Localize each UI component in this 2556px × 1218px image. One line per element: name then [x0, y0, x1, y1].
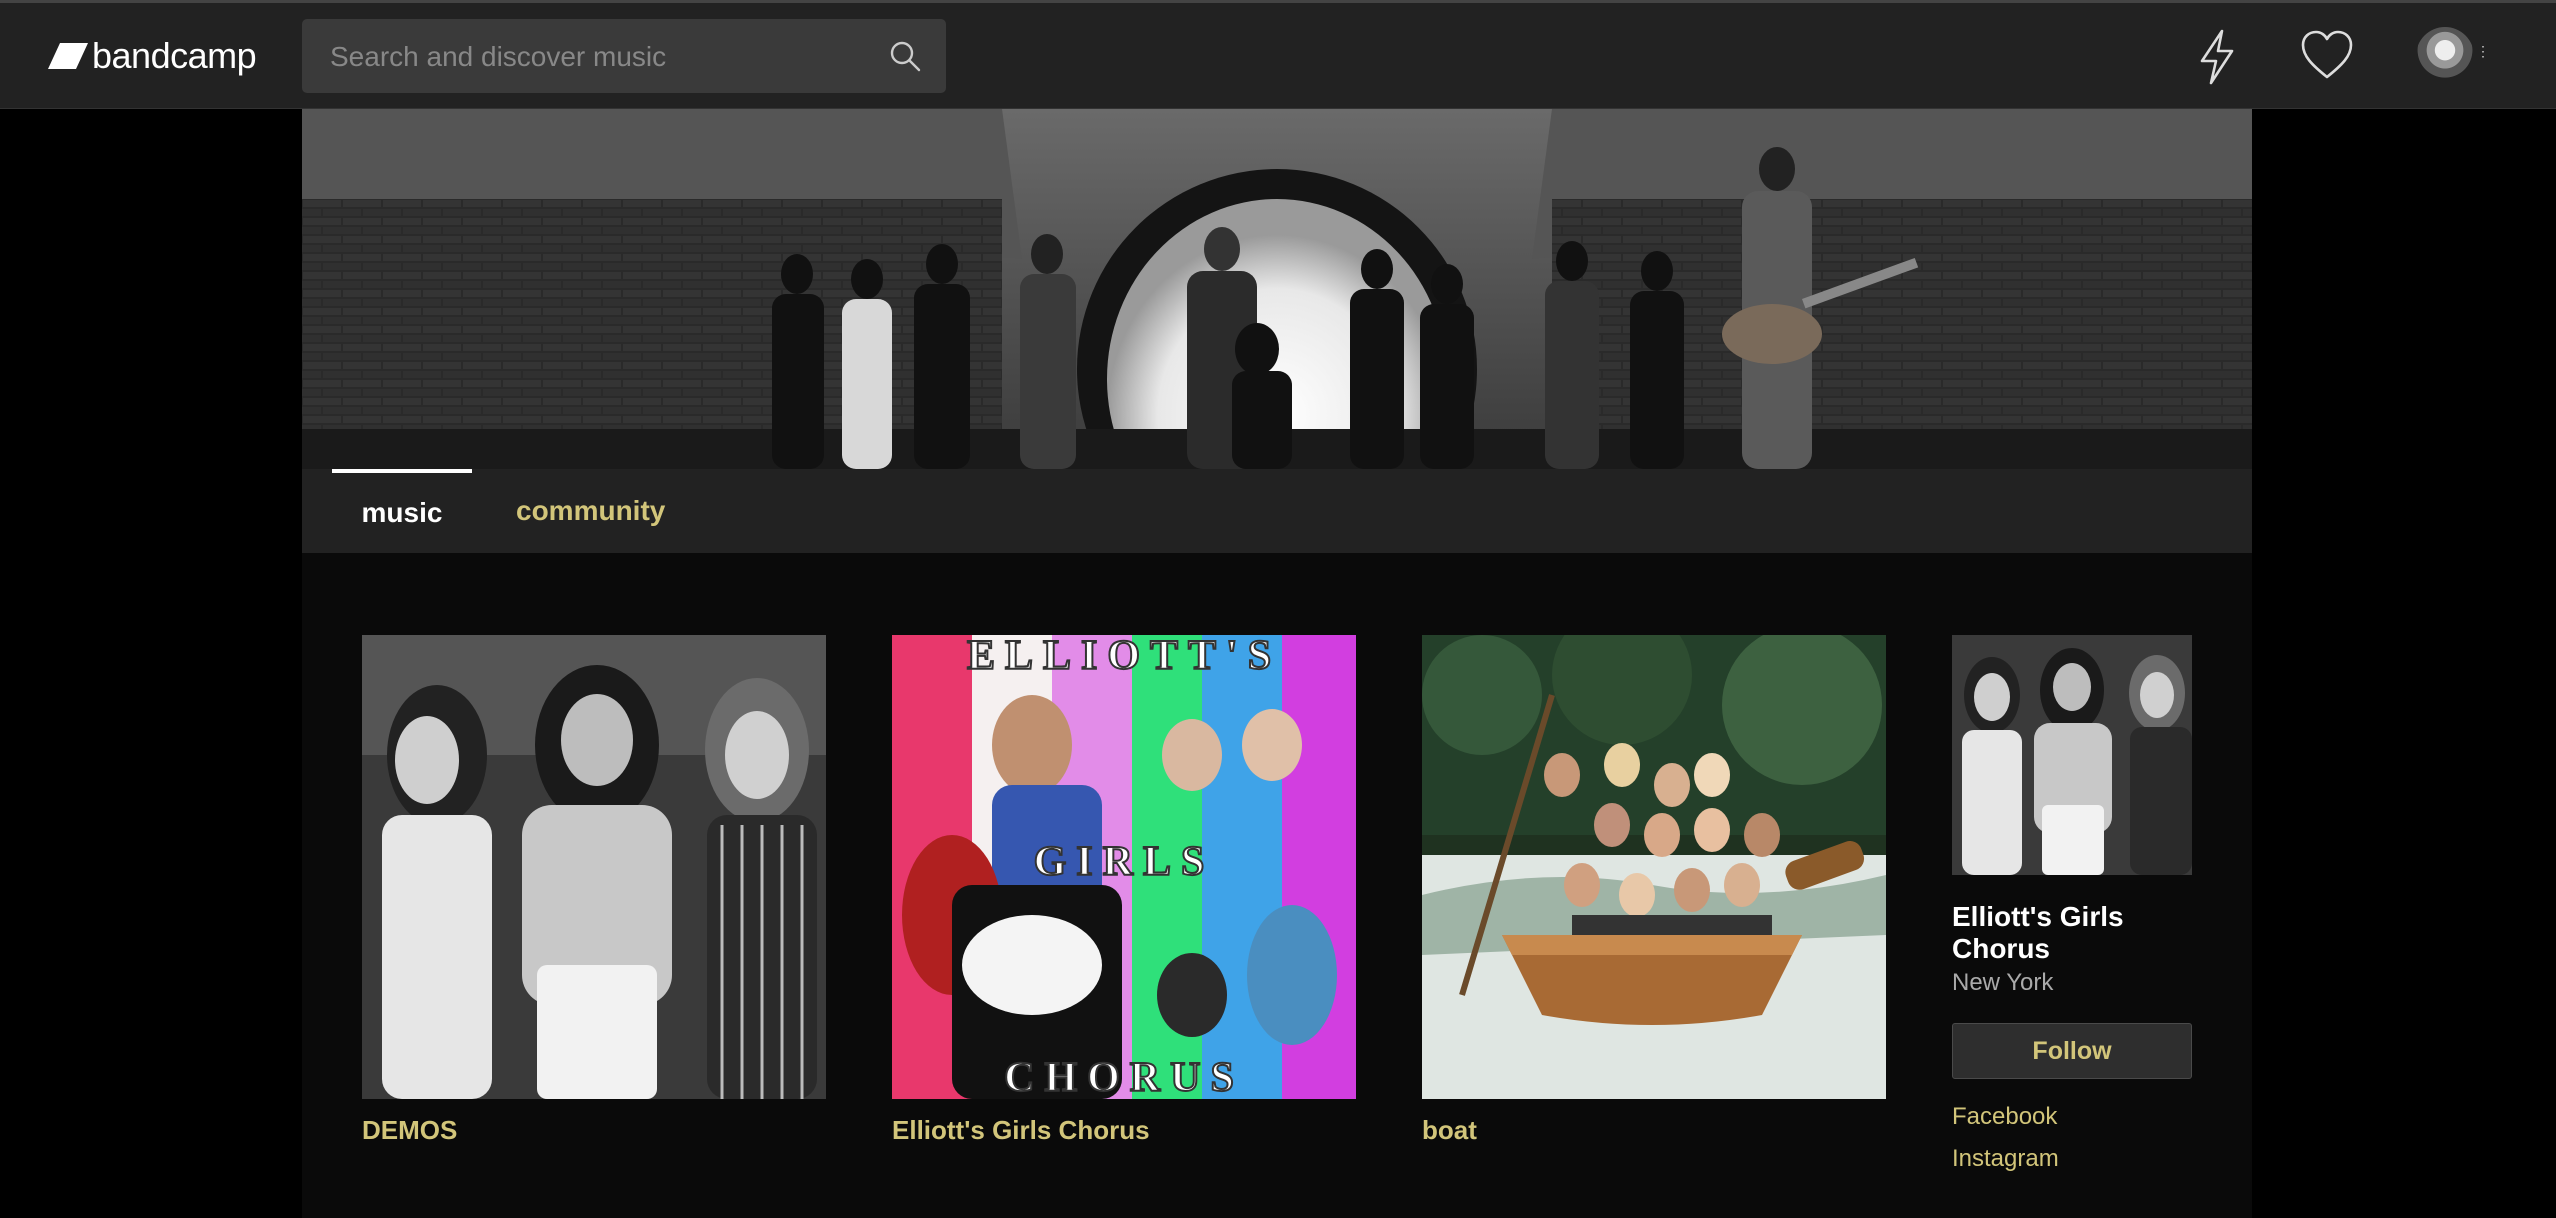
tab-community[interactable]: community: [516, 469, 665, 553]
bandcamp-logo-icon: [48, 43, 88, 69]
album-cover-demos[interactable]: [362, 635, 826, 1099]
search-input[interactable]: [302, 19, 892, 95]
instagram-link[interactable]: Instagram: [1952, 1145, 2192, 1173]
album-card[interactable]: boat: [1422, 635, 1886, 1146]
album-card[interactable]: ELLIOTT'S GIRLS CHORUS Elliott's Girls C…: [892, 635, 1356, 1146]
artist-banner-image: [302, 109, 2252, 469]
user-avatar[interactable]: [2416, 27, 2474, 85]
album-title[interactable]: Elliott's Girls Chorus: [892, 1115, 1356, 1146]
search-bar[interactable]: [302, 19, 946, 95]
tab-music[interactable]: music: [332, 469, 472, 553]
artist-photo: [1952, 635, 2192, 875]
artist-tabs: music community: [302, 469, 2252, 553]
tab-music-label: music: [361, 497, 443, 528]
cover-text-mid: GIRLS: [1034, 839, 1215, 885]
artist-page: music community DEMOS ELLIOTT'S GIRLS CH…: [302, 109, 2252, 1218]
album-title[interactable]: boat: [1422, 1115, 1886, 1146]
album-cover-boat[interactable]: [1422, 635, 1886, 1099]
heart-icon[interactable]: [2300, 29, 2354, 81]
bandcamp-logo[interactable]: bandcamp: [48, 33, 257, 79]
cover-text-top: ELLIOTT'S: [967, 635, 1281, 679]
avatar-menu-icon[interactable]: ⋮: [2476, 43, 2490, 60]
artist-name: Elliott's Girls Chorus: [1952, 901, 2124, 964]
album-title[interactable]: DEMOS: [362, 1115, 826, 1146]
brand-name: bandcamp: [92, 35, 257, 76]
album-cover-elliotts-girls-chorus[interactable]: ELLIOTT'S GIRLS CHORUS: [892, 635, 1356, 1099]
album-card[interactable]: DEMOS: [362, 635, 826, 1146]
artist-location: New York: [1952, 969, 2054, 996]
top-navigation-bar: bandcamp ⋮: [0, 0, 2556, 109]
bolt-icon[interactable]: [2196, 29, 2238, 85]
search-icon[interactable]: [888, 39, 922, 73]
cover-text-bottom: CHORUS: [1004, 1055, 1244, 1099]
tab-community-label: community: [516, 495, 666, 526]
facebook-link[interactable]: Facebook: [1952, 1103, 2192, 1131]
artist-profile: Elliott's Girls Chorus New York Follow F…: [1952, 635, 2192, 1173]
follow-button[interactable]: Follow: [1952, 1023, 2192, 1079]
